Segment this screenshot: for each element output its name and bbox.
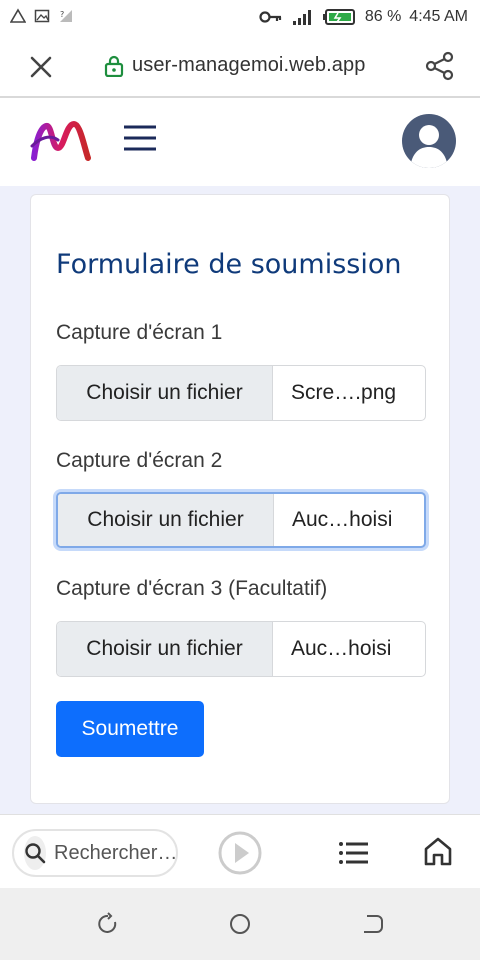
back-icon[interactable] xyxy=(361,912,385,936)
submission-form-card: Formulaire de soumission Capture d'écran… xyxy=(30,194,450,804)
search-icon-wrap xyxy=(24,836,46,870)
browser-address-bar: user-managemoi.web.app xyxy=(0,36,480,98)
search-icon xyxy=(25,843,46,864)
form-title: Formulaire de soumission xyxy=(56,249,402,280)
signal-question-icon: ? xyxy=(60,10,72,22)
hamburger-menu-icon[interactable] xyxy=(122,120,158,156)
field-label-screenshot-1: Capture d'écran 1 xyxy=(56,321,223,344)
choose-file-button[interactable]: Choisir un fichier xyxy=(57,622,273,676)
selected-file-name: Scre….png xyxy=(291,381,397,404)
svg-text:?: ? xyxy=(60,10,64,19)
app-header xyxy=(0,98,480,186)
search-placeholder: Rechercher… xyxy=(54,841,178,864)
vpn-key-icon xyxy=(259,11,281,23)
selected-file-name: Auc…hoisi xyxy=(292,508,393,531)
home-icon[interactable] xyxy=(422,835,454,867)
battery-icon xyxy=(322,9,355,25)
status-bar: ? 86 % 4:45 AM xyxy=(0,0,480,36)
brand-logo[interactable] xyxy=(30,118,92,162)
recent-apps-icon[interactable] xyxy=(95,912,119,936)
play-icon[interactable] xyxy=(217,830,263,876)
system-navigation-bar xyxy=(0,888,480,960)
page-content: Formulaire de soumission Capture d'écran… xyxy=(0,186,480,814)
close-icon[interactable] xyxy=(26,52,56,82)
clock: 4:45 AM xyxy=(409,8,468,25)
field-label-screenshot-2: Capture d'écran 2 xyxy=(56,449,223,472)
file-input-screenshot-3[interactable]: Choisir un fichier Auc…hoisi xyxy=(56,621,426,677)
warning-icon xyxy=(10,8,26,23)
browser-bottom-toolbar: Rechercher… xyxy=(0,814,480,888)
file-input-screenshot-1[interactable]: Choisir un fichier Scre….png xyxy=(56,365,426,421)
signal-bars-icon xyxy=(292,10,311,25)
image-icon xyxy=(34,9,50,23)
search-bar[interactable]: Rechercher… xyxy=(12,829,178,877)
selected-file-name: Auc…hoisi xyxy=(291,637,392,660)
home-nav-icon[interactable] xyxy=(228,912,252,936)
choose-file-button[interactable]: Choisir un fichier xyxy=(57,366,273,420)
url-field[interactable]: user-managemoi.web.app xyxy=(104,54,365,77)
field-label-screenshot-3: Capture d'écran 3 (Facultatif) xyxy=(56,577,328,600)
choose-file-button[interactable]: Choisir un fichier xyxy=(58,494,274,546)
user-avatar[interactable] xyxy=(402,114,456,168)
submit-button[interactable]: Soumettre xyxy=(56,701,204,757)
list-icon[interactable] xyxy=(338,839,370,867)
user-avatar-icon xyxy=(410,125,448,168)
url-text: user-managemoi.web.app xyxy=(132,54,366,76)
file-input-screenshot-2[interactable]: Choisir un fichier Auc…hoisi xyxy=(56,492,426,548)
battery-percent: 86 % xyxy=(364,8,402,25)
share-icon[interactable] xyxy=(424,50,456,82)
lock-icon xyxy=(104,55,124,77)
